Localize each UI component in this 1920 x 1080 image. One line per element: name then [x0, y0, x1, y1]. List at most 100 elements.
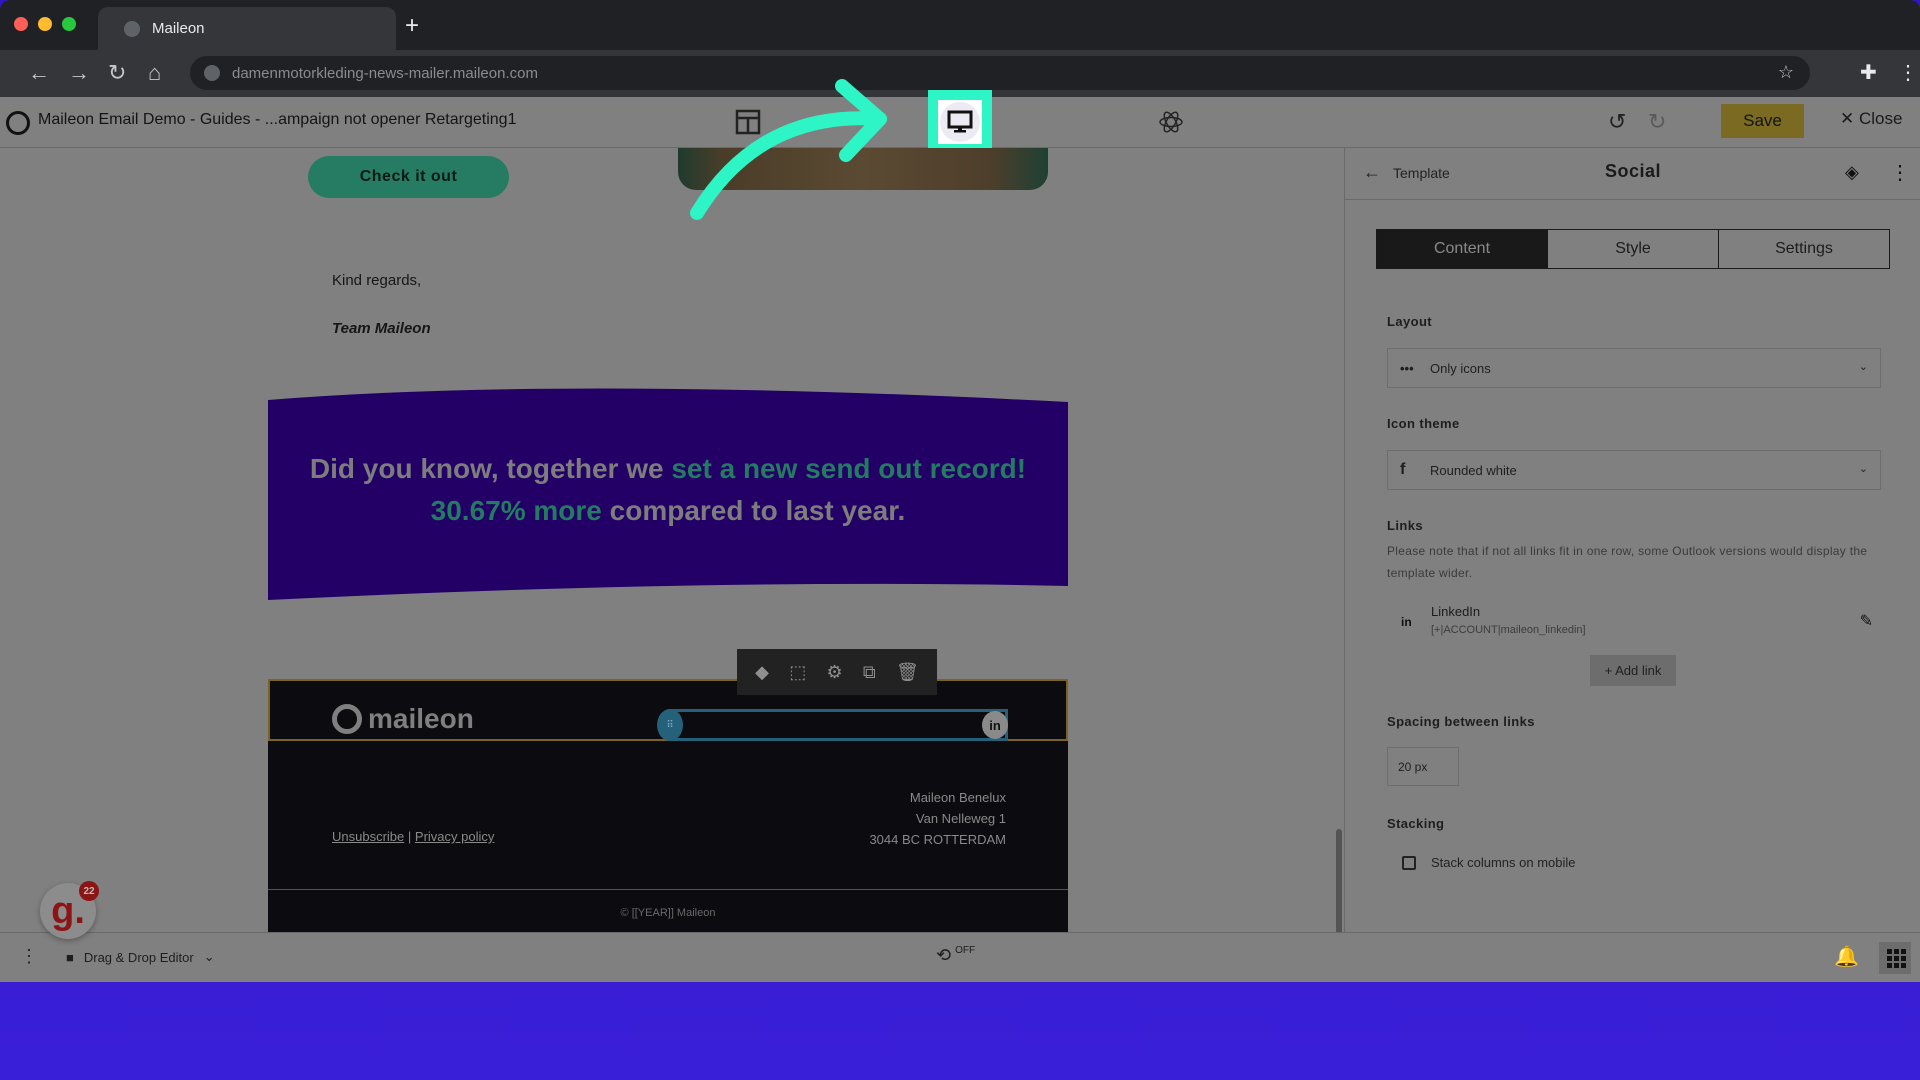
new-tab-button[interactable]: +	[405, 12, 419, 40]
hero-image[interactable]	[678, 148, 1048, 190]
link-item-linkedin[interactable]: in LinkedIn [+|ACCOUNT|maileon_linkedin]…	[1387, 600, 1881, 646]
footer-divider	[268, 889, 1068, 890]
forward-icon[interactable]: →	[68, 60, 90, 86]
icon-theme-select[interactable]: f Rounded white ⌄	[1387, 450, 1881, 490]
chevron-down-icon: ⌄	[1858, 361, 1868, 373]
linkedin-icon: in	[1401, 615, 1412, 629]
address-line: Van Nelleweg 1	[915, 811, 1006, 826]
bookmark-star-icon[interactable]: ☆	[1778, 62, 1794, 83]
globe-icon	[124, 20, 140, 37]
screen: Maileon + ← → ↻ ⌂ damenmotorkleding-news…	[0, 0, 1920, 1080]
drag-handle-icon[interactable]: ⠿	[657, 709, 683, 741]
email-body: Check it out Kind regards, Team Maileon …	[268, 148, 1068, 932]
layout-grid-icon[interactable]	[735, 109, 761, 142]
unsubscribe-link[interactable]: Unsubscribe	[332, 829, 404, 844]
save-button[interactable]: Save	[1721, 104, 1804, 138]
tab-style[interactable]: Style	[1548, 230, 1719, 268]
add-link-button[interactable]: + Add link	[1590, 655, 1676, 686]
close-window-button[interactable]	[14, 17, 28, 31]
edit-pencil-icon[interactable]: ✎	[1860, 611, 1873, 631]
url-text: damenmotorkleding-news-mailer.maileon.co…	[232, 64, 538, 82]
canvas-scrollbar[interactable]	[1336, 829, 1342, 932]
close-button[interactable]: ✕ Close	[1840, 109, 1902, 129]
layout-value: Only icons	[1430, 360, 1491, 376]
duplicate-icon[interactable]: ⧉	[863, 662, 876, 683]
redo-icon[interactable]: ↻	[1648, 109, 1666, 135]
settings-icon[interactable]: ⚙	[826, 662, 842, 683]
editor-mode-dropdown[interactable]: ■ Drag & Drop Editor ⌄	[66, 949, 215, 965]
tab-content[interactable]: Content	[1377, 230, 1548, 268]
panel-header: ← Template Social ◈ ⋮	[1345, 148, 1920, 200]
check-it-out-button[interactable]: Check it out	[308, 156, 509, 198]
editor-app: Maileon Email Demo - Guides - ...ampaign…	[0, 90, 1920, 982]
stacking-label: Stacking	[1387, 816, 1445, 831]
guide-notification-count: 22	[79, 881, 99, 901]
autosave-timer-toggle[interactable]: ⟲ OFF	[936, 945, 975, 966]
layout-select[interactable]: ••• Only icons ⌄	[1387, 348, 1881, 388]
social-row-selected[interactable]: maileon ⠿ in ◆ ⬚ ⚙ ⧉ 🗑	[268, 649, 1068, 741]
spacing-input[interactable]	[1387, 747, 1459, 786]
extensions-icon[interactable]: ✚	[1860, 60, 1877, 85]
delete-icon[interactable]: 🗑	[896, 662, 919, 683]
email-canvas: Check it out Kind regards, Team Maileon …	[0, 148, 1344, 932]
editor-status-bar: ⋮ ■ Drag & Drop Editor ⌄ ⟲ OFF 🔔	[0, 932, 1920, 982]
facebook-icon: f	[1400, 461, 1406, 478]
stats-banner[interactable]: Did you know, together we set a new send…	[268, 388, 1068, 638]
closing-text[interactable]: Kind regards,	[332, 272, 421, 289]
icon-theme-value: Rounded white	[1430, 462, 1517, 478]
chevron-down-icon: ⌄	[1858, 463, 1868, 475]
atom-icon[interactable]	[1158, 109, 1184, 142]
maileon-logo-text: maileon	[368, 703, 474, 734]
desktop-preview-icon	[940, 102, 980, 142]
spacing-label: Spacing between links	[1387, 714, 1535, 729]
layout-label: Layout	[1387, 314, 1433, 329]
linkedin-icon[interactable]: in	[982, 711, 1008, 739]
select-parent-icon[interactable]: ⬚	[789, 662, 806, 683]
apps-grid-button[interactable]	[1879, 942, 1911, 974]
undo-icon[interactable]: ↺	[1608, 109, 1626, 135]
address-line: 3044 BC ROTTERDAM	[869, 832, 1006, 847]
layers-icon[interactable]: ◆	[755, 662, 769, 683]
more-vertical-icon[interactable]: ⋮	[20, 946, 38, 967]
minimize-window-button[interactable]	[38, 17, 52, 31]
copyright-text: © [[YEAR]] Maileon	[620, 907, 716, 919]
browser-tab[interactable]: Maileon	[98, 7, 396, 50]
editor-icon: ■	[66, 949, 74, 965]
home-icon[interactable]: ⌂	[148, 60, 161, 86]
links-note: Please note that if not all links fit in…	[1387, 544, 1868, 580]
maileon-logo: maileon	[332, 703, 474, 735]
address-bar[interactable]: damenmotorkleding-news-mailer.maileon.co…	[190, 56, 1810, 90]
signature-text[interactable]: Team Maileon	[332, 320, 431, 337]
browser-menu-icon[interactable]: ⋮	[1898, 60, 1918, 85]
link-name: LinkedIn	[1431, 604, 1481, 619]
banner-text: Did you know, together we set a new send…	[268, 448, 1068, 532]
stack-columns-option[interactable]: Stack columns on mobile	[1402, 855, 1576, 870]
stack-columns-checkbox[interactable]	[1402, 855, 1416, 870]
maileon-logo-mark	[332, 704, 362, 734]
notification-bell-icon[interactable]: 🔔	[1834, 944, 1859, 969]
tab-settings[interactable]: Settings	[1719, 230, 1889, 268]
maximize-window-button[interactable]	[62, 17, 76, 31]
privacy-policy-link[interactable]: Privacy policy	[415, 829, 494, 844]
browser-tab-bar: Maileon +	[0, 0, 1920, 50]
timer-state: OFF	[955, 945, 976, 956]
more-options-icon[interactable]: ⋮	[1890, 160, 1910, 185]
site-info-icon[interactable]	[204, 65, 220, 81]
timer-icon: ⟲	[936, 945, 952, 965]
link-url: [+|ACCOUNT|maileon_linkedin]	[1431, 624, 1586, 636]
desktop-preview-button[interactable]	[928, 90, 992, 154]
banner-text-part1: Did you know, together we	[309, 453, 672, 484]
layers-icon[interactable]: ◈	[1845, 162, 1859, 183]
dots-icon: •••	[1400, 360, 1414, 376]
reload-icon[interactable]: ↻	[108, 60, 126, 86]
icon-theme-label: Icon theme	[1387, 416, 1460, 431]
panel-tabs: Content Style Settings	[1376, 229, 1890, 269]
social-block-selected[interactable]: ⠿ in	[657, 709, 1008, 741]
back-icon[interactable]: ←	[28, 60, 50, 86]
panel-title: Social	[1604, 161, 1662, 181]
tab-title: Maileon	[152, 20, 205, 37]
link-separator: |	[407, 829, 412, 844]
editor-mode-label: Drag & Drop Editor	[83, 949, 194, 965]
campaign-title: Maileon Email Demo - Guides - ...ampaign…	[38, 111, 517, 128]
links-label: Links	[1387, 518, 1423, 533]
